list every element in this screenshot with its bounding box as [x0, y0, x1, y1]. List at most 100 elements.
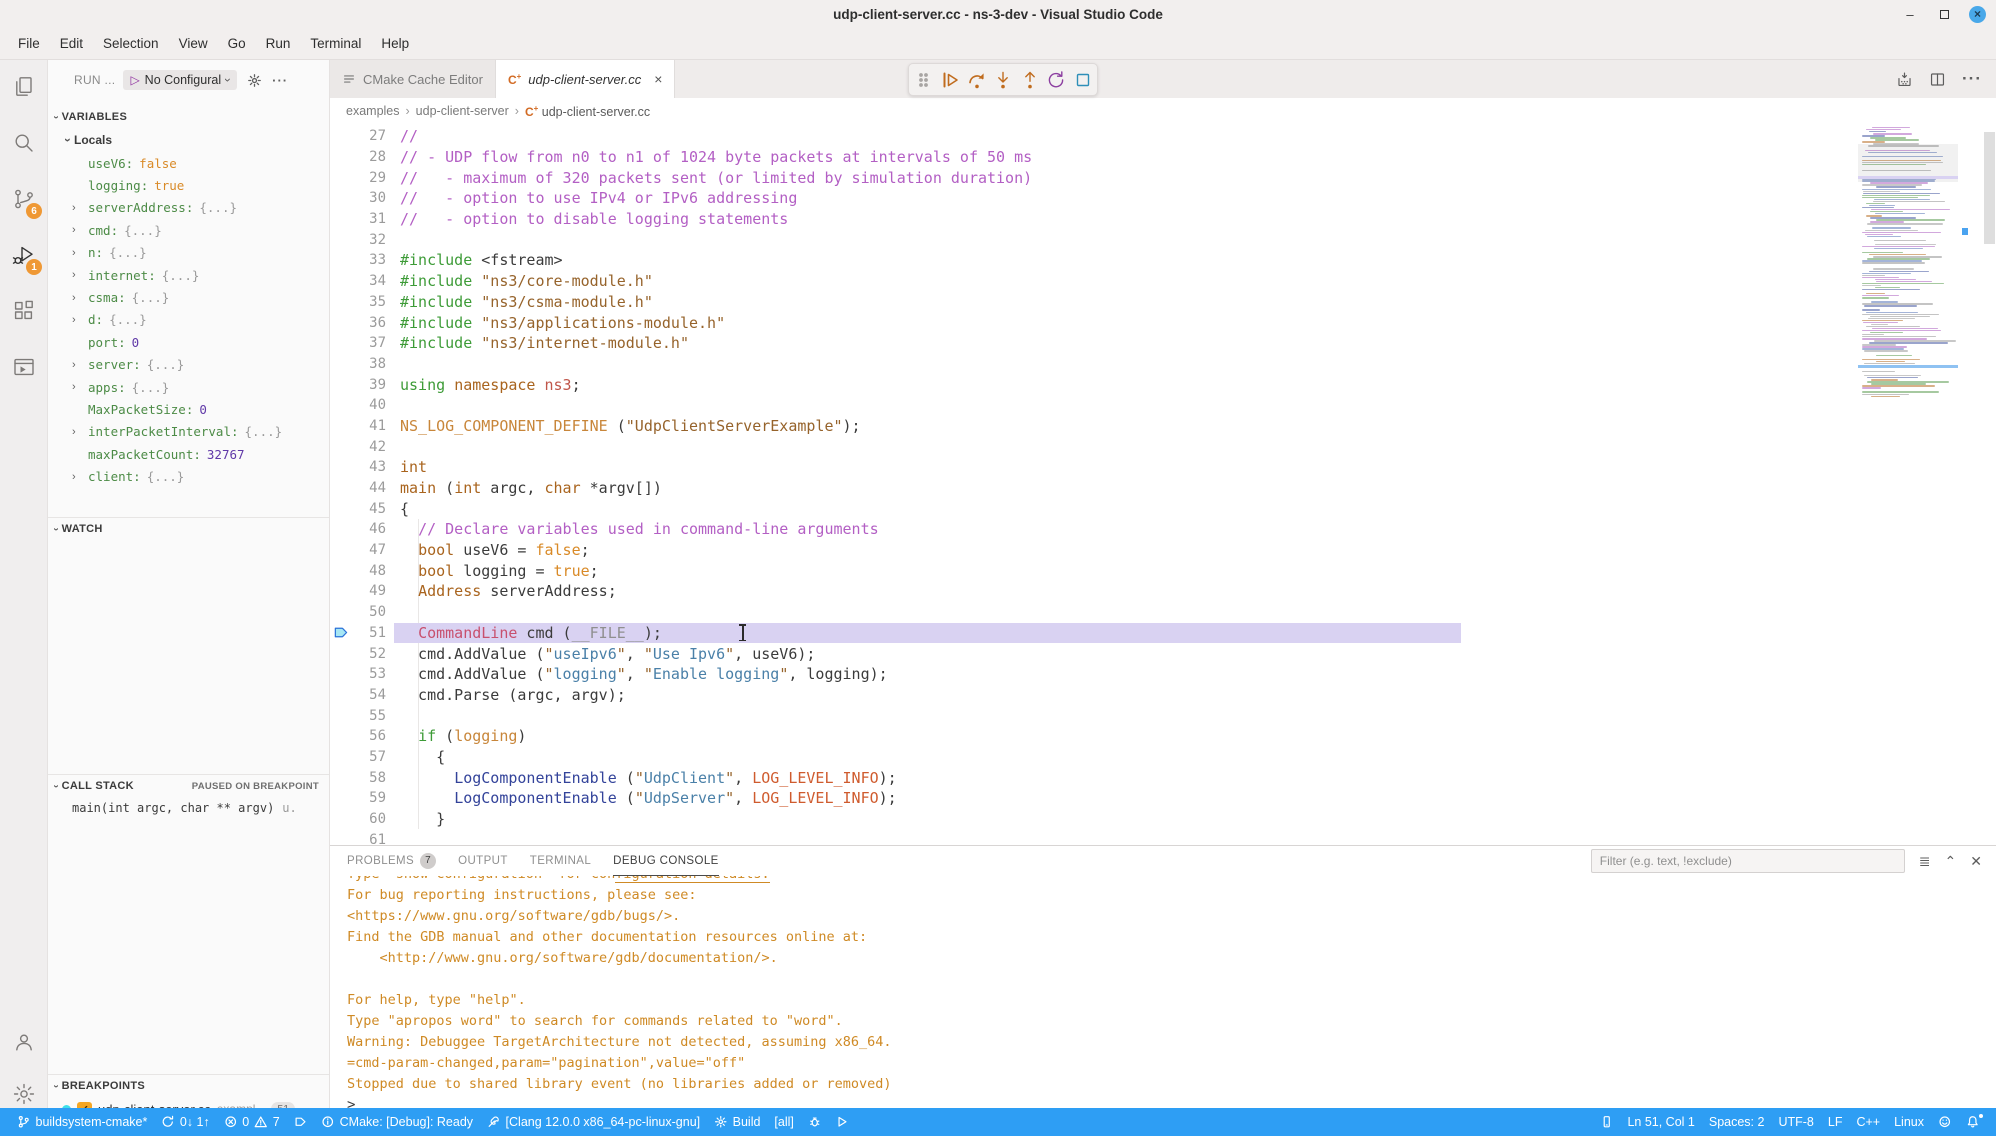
panel-tab-problems[interactable]: PROBLEMS7 [347, 846, 436, 876]
code-line-29[interactable]: 29// - maximum of 320 packets sent (or l… [330, 167, 1996, 188]
code-line-37[interactable]: 37#include "ns3/internet-module.h" [330, 333, 1996, 354]
debug-status[interactable] [287, 1108, 315, 1136]
breadcrumb-item[interactable]: examples [346, 104, 400, 118]
filter-icon[interactable]: ≣ [1919, 853, 1931, 870]
variable-row-server[interactable]: ›server:{...} [48, 354, 329, 376]
panel-tab-terminal[interactable]: TERMINAL [530, 846, 591, 876]
variable-row-logging[interactable]: logging:true [48, 174, 329, 196]
code-line-47[interactable]: 47 bool useV6 = false; [330, 540, 1996, 561]
minimize-button[interactable]: – [1901, 5, 1919, 23]
menu-item-edit[interactable]: Edit [50, 32, 93, 55]
code-line-59[interactable]: 59 LogComponentEnable ("UdpServer", LOG_… [330, 788, 1996, 809]
remote-status[interactable] [1593, 1108, 1621, 1136]
launch-target-button[interactable] [828, 1108, 856, 1136]
menu-item-run[interactable]: Run [256, 32, 301, 55]
code-line-42[interactable]: 42 [330, 436, 1996, 457]
menu-item-file[interactable]: File [8, 32, 50, 55]
editor-scrollbar[interactable] [1984, 132, 1995, 244]
maximize-button[interactable] [1935, 5, 1953, 23]
variable-row-MaxPacketSize[interactable]: MaxPacketSize:0 [48, 398, 329, 420]
variable-row-internet[interactable]: ›internet:{...} [48, 264, 329, 286]
code-line-46[interactable]: 46 // Declare variables used in command-… [330, 519, 1996, 540]
variable-row-maxPacketCount[interactable]: maxPacketCount:32767 [48, 443, 329, 465]
notifications-status[interactable] [1959, 1108, 1987, 1136]
tab-cmake-cache-editor[interactable]: CMake Cache Editor [330, 60, 496, 98]
variable-row-csma[interactable]: ›csma:{...} [48, 286, 329, 308]
variable-row-n[interactable]: ›n:{...} [48, 242, 329, 264]
code-line-60[interactable]: 60 } [330, 809, 1996, 830]
watch-header[interactable]: › WATCH [48, 518, 329, 540]
code-line-43[interactable]: 43int [330, 457, 1996, 478]
variables-header[interactable]: › VARIABLES [48, 106, 329, 128]
code-line-55[interactable]: 55 [330, 705, 1996, 726]
code-line-49[interactable]: 49 Address serverAddress; [330, 581, 1996, 602]
code-line-36[interactable]: 36#include "ns3/applications-module.h" [330, 312, 1996, 333]
step-into-button[interactable] [991, 68, 1015, 92]
close-icon[interactable]: ✕ [1970, 853, 1982, 870]
variable-row-d[interactable]: ›d:{...} [48, 309, 329, 331]
menu-item-help[interactable]: Help [371, 32, 419, 55]
code-line-54[interactable]: 54 cmd.Parse (argc, argv); [330, 685, 1996, 706]
restart-button[interactable] [1044, 68, 1068, 92]
code-line-27[interactable]: 27// [330, 126, 1996, 147]
variable-row-useV6[interactable]: useV6:false [48, 152, 329, 174]
code-editor[interactable]: 27//28// - UDP flow from n0 to n1 of 102… [330, 124, 1996, 845]
sync-status[interactable]: 0↓ 1↑ [154, 1108, 216, 1136]
indentation-status[interactable]: Spaces: 2 [1702, 1108, 1772, 1136]
account-icon[interactable] [0, 1020, 48, 1064]
breadcrumb-item[interactable]: udp-client-server [416, 104, 509, 118]
code-line-34[interactable]: 34#include "ns3/core-module.h" [330, 271, 1996, 292]
code-line-28[interactable]: 28// - UDP flow from n0 to n1 of 1024 by… [330, 147, 1996, 168]
git-branch-status[interactable]: buildsystem-cmake* [10, 1108, 154, 1136]
window-triangle-icon[interactable] [0, 345, 48, 389]
cmake-status[interactable]: CMake: [Debug]: Ready [314, 1108, 480, 1136]
breadcrumb[interactable]: examples›udp-client-server›C+ udp-client… [330, 98, 1996, 124]
drag-gripper[interactable] [912, 68, 936, 92]
menu-item-go[interactable]: Go [218, 32, 256, 55]
code-line-30[interactable]: 30// - option to use IPv4 or IPv6 addres… [330, 188, 1996, 209]
variable-row-cmd[interactable]: ›cmd:{...} [48, 219, 329, 241]
code-line-56[interactable]: 56 if (logging) [330, 726, 1996, 747]
os-status[interactable]: Linux [1887, 1108, 1931, 1136]
split-editor-icon[interactable] [1929, 71, 1946, 88]
breakpoints-header[interactable]: › BREAKPOINTS [48, 1075, 329, 1097]
code-line-31[interactable]: 31// - option to disable logging stateme… [330, 209, 1996, 230]
code-line-52[interactable]: 52 cmd.AddValue ("useIpv6", "Use Ipv6", … [330, 643, 1996, 664]
stack-frame[interactable]: main(int argc, char ** argv) u. [48, 797, 329, 819]
close-tab-icon[interactable]: × [654, 71, 662, 87]
launch-config-dropdown[interactable]: ▷ No Configural › [123, 70, 237, 90]
variables-group-locals[interactable]: ›Locals [48, 128, 329, 152]
code-line-61[interactable]: 61 [330, 829, 1996, 845]
minimap[interactable] [1858, 124, 1958, 414]
kit-status[interactable]: [Clang 12.0.0 x86_64-pc-linux-gnu] [480, 1108, 707, 1136]
feedback-status[interactable] [1931, 1108, 1959, 1136]
close-button[interactable]: × [1969, 6, 1986, 23]
encoding-status[interactable]: UTF-8 [1771, 1108, 1820, 1136]
source-control-icon[interactable]: 6 [0, 177, 48, 221]
variable-row-interPacketInterval[interactable]: ›interPacketInterval:{...} [48, 421, 329, 443]
menu-item-view[interactable]: View [169, 32, 218, 55]
code-line-48[interactable]: 48 bool logging = true; [330, 560, 1996, 581]
explorer-icon[interactable] [0, 65, 48, 109]
variable-row-serverAddress[interactable]: ›serverAddress:{...} [48, 197, 329, 219]
tray-download-icon[interactable] [1896, 71, 1913, 88]
ellipsis-icon[interactable]: ··· [1962, 69, 1982, 89]
variable-row-client[interactable]: ›client:{...} [48, 465, 329, 487]
build-target-status[interactable]: [all] [767, 1108, 800, 1136]
search-icon[interactable] [0, 121, 48, 165]
debug-console-output[interactable]: Type "show configuration" for configurat… [330, 876, 1996, 1108]
code-line-35[interactable]: 35#include "ns3/csma-module.h" [330, 292, 1996, 313]
code-line-38[interactable]: 38 [330, 354, 1996, 375]
code-line-44[interactable]: 44main (int argc, char *argv[]) [330, 478, 1996, 499]
build-button[interactable]: Build [707, 1108, 767, 1136]
chevron-up-icon[interactable]: ⌃ [1945, 853, 1957, 870]
eol-status[interactable]: LF [1821, 1108, 1850, 1136]
code-line-53[interactable]: 53 cmd.AddValue ("logging", "Enable logg… [330, 664, 1996, 685]
code-line-40[interactable]: 40 [330, 395, 1996, 416]
debug-settings-gear-icon[interactable] [245, 71, 264, 90]
variable-row-apps[interactable]: ›apps:{...} [48, 376, 329, 398]
cursor-position-status[interactable]: Ln 51, Col 1 [1620, 1108, 1701, 1136]
panel-tab-debug-console[interactable]: DEBUG CONSOLE [613, 846, 719, 876]
code-line-41[interactable]: 41NS_LOG_COMPONENT_DEFINE ("UdpClientSer… [330, 416, 1996, 437]
menu-item-terminal[interactable]: Terminal [300, 32, 371, 55]
